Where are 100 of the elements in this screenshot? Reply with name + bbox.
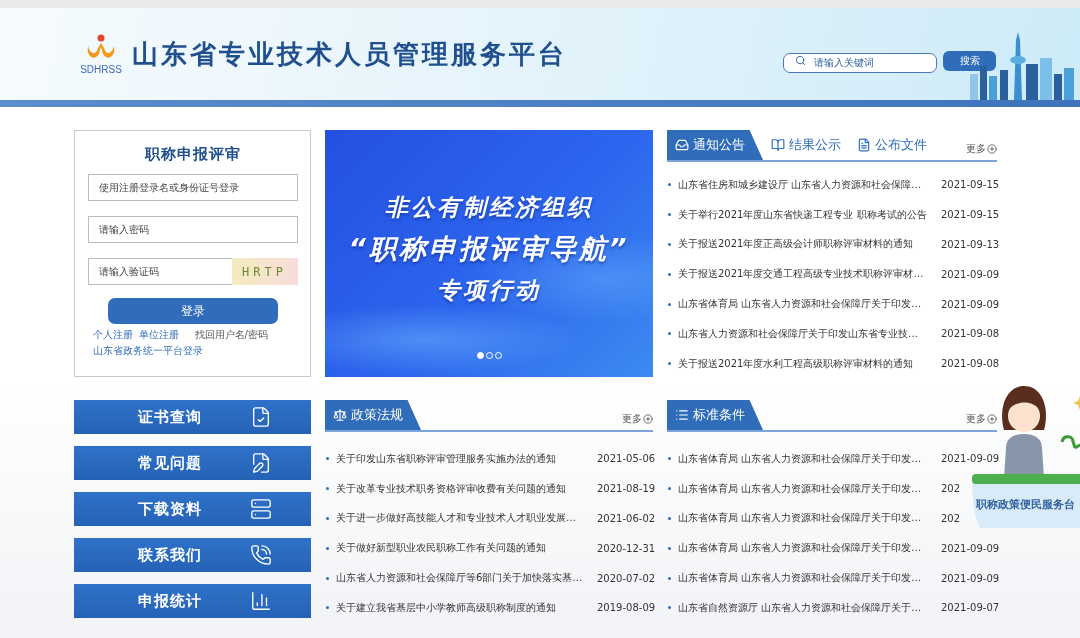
- section-heading: 政策法规: [325, 400, 421, 430]
- news-link[interactable]: 山东省体育局 山东省人力资源和社会保障厅关于印发…: [678, 451, 941, 466]
- news-date: 2020-12-31: [597, 542, 653, 554]
- news-link[interactable]: 关于做好新型职业农民职称工作有关问题的通知: [336, 541, 597, 556]
- quick-link-button[interactable]: 常见问题: [74, 446, 311, 480]
- bullet-icon: [668, 457, 671, 461]
- password-field[interactable]: 请输入密码: [87, 216, 298, 243]
- bullet-icon: [326, 487, 329, 491]
- plus-icon: [987, 414, 997, 424]
- login-title: 职称申报评审: [144, 145, 241, 164]
- quick-link-button[interactable]: 证书查询: [74, 400, 311, 434]
- news-link[interactable]: 关于举行2021年度山东省快递工程专业 职称考试的公告: [678, 207, 941, 222]
- news-tab[interactable]: 公布文件: [849, 130, 935, 160]
- news-date: 2020-07-02: [597, 572, 653, 584]
- server-icon: [249, 498, 272, 520]
- news-date: 2021-09-09: [941, 268, 997, 280]
- news-date: 2021-09-09: [941, 572, 997, 584]
- bar-chart-icon: [249, 590, 272, 612]
- news-tab[interactable]: 结果公示: [763, 130, 849, 160]
- news-link[interactable]: 山东省体育局 山东省人力资源和社会保障厅关于印发…: [678, 481, 941, 496]
- quick-link-button[interactable]: 下载资料: [74, 492, 311, 526]
- news-link[interactable]: 山东省人力资源和社会保障厅等6部门关于加快落实基…: [336, 571, 597, 586]
- bullet-icon: [668, 517, 671, 520]
- bullet-icon: [668, 183, 671, 187]
- search-icon: [795, 55, 806, 66]
- news-link[interactable]: 山东省体育局 山东省人力资源和社会保障厅关于印发…: [678, 541, 941, 556]
- plus-icon: [643, 414, 653, 424]
- bullet-icon: [668, 213, 671, 217]
- quick-link-button[interactable]: 联系我们: [74, 538, 311, 572]
- bullet-icon: [326, 576, 329, 580]
- bullet-icon: [668, 302, 671, 306]
- bullet-icon: [326, 517, 329, 520]
- book-icon: [771, 138, 785, 152]
- search-field[interactable]: 请输入关键词: [783, 52, 937, 73]
- news-link[interactable]: 山东省体育局 山东省人力资源和社会保障厅关于印发…: [678, 511, 941, 526]
- account-link[interactable]: 单位注册: [138, 328, 179, 342]
- search-button[interactable]: 搜索: [943, 51, 996, 71]
- news-date: 2021-09-09: [941, 298, 997, 310]
- news-link[interactable]: 关于建立我省基层中小学教师高级职称制度的通知: [336, 600, 597, 615]
- promo-banner[interactable]: 非公有制经济组织 “职称申报评审导航” 专项行动: [325, 130, 653, 377]
- carousel-dot[interactable]: [476, 352, 484, 359]
- section-heading: 标准条件: [667, 400, 763, 430]
- account-link[interactable]: 个人注册: [92, 328, 133, 342]
- service-desk-label: 职称政策便民服务台: [976, 498, 1075, 512]
- bullet-icon: [668, 487, 671, 491]
- bullet-icon: [326, 606, 329, 610]
- banner-headline: “职称申报评审导航”: [348, 231, 630, 266]
- username-field[interactable]: 使用注册登录名或身份证号登录: [87, 174, 298, 201]
- news-date: 2019-08-09: [597, 602, 653, 614]
- bullet-icon: [668, 243, 671, 246]
- login-button[interactable]: 登录: [107, 298, 278, 324]
- bullet-icon: [668, 576, 671, 580]
- news-link[interactable]: 山东省住房和城乡建设厅 山东省人力资源和社会保障…: [678, 177, 941, 192]
- more-link[interactable]: 更多: [622, 412, 653, 426]
- news-date: 2021-09-09: [941, 453, 997, 465]
- bullet-icon: [326, 546, 329, 550]
- site-title: 山东省专业技术人员管理服务平台: [132, 37, 567, 71]
- news-link[interactable]: 山东省体育局 山东省人力资源和社会保障厅关于印发…: [678, 297, 941, 312]
- more-link[interactable]: 更多: [966, 142, 997, 156]
- bullet-icon: [668, 362, 671, 366]
- banner-headline: 非公有制经济组织: [385, 192, 593, 222]
- news-link[interactable]: 关于报送2021年度正高级会计师职称评审材料的通知: [678, 237, 941, 252]
- document-icon: [857, 138, 871, 152]
- news-date: 2021-05-06: [597, 453, 653, 465]
- news-link[interactable]: 关于报送2021年度交通工程高级专业技术职称评审材…: [678, 267, 941, 282]
- inbox-icon: [675, 138, 689, 152]
- captcha-field[interactable]: 请输入验证码: [87, 258, 232, 285]
- news-tab[interactable]: 通知公告: [667, 130, 763, 160]
- news-date: 2021-09-15: [941, 209, 997, 221]
- phone-icon: [249, 544, 272, 566]
- news-link[interactable]: 关于改革专业技术职务资格评审收费有关问题的通知: [336, 481, 597, 496]
- news-link[interactable]: 关于进一步做好高技能人才和专业技术人才职业发展…: [336, 511, 597, 526]
- news-date: 2021-09-08: [941, 358, 997, 370]
- quick-link-button[interactable]: 申报统计: [74, 584, 311, 618]
- news-date: 2021-09-15: [941, 179, 997, 191]
- news-link[interactable]: 关于报送2021年度水利工程高级职称评审材料的通知: [678, 356, 941, 371]
- list-icon: [675, 408, 689, 422]
- more-link[interactable]: 更多: [966, 412, 997, 426]
- bullet-icon: [668, 332, 671, 336]
- account-link[interactable]: 找回用户名/密码: [194, 328, 268, 342]
- account-link[interactable]: 山东省政务统一平台登录: [92, 344, 203, 358]
- news-date: 2021-09-07: [941, 602, 997, 614]
- bullet-icon: [326, 457, 329, 461]
- logo-text: SDHRSS: [80, 63, 122, 75]
- plus-icon: [987, 144, 997, 154]
- scale-icon: [333, 408, 347, 422]
- news-link[interactable]: 山东省自然资源厅 山东省人力资源和社会保障厅关于…: [678, 600, 941, 615]
- news-date: 2021-09-09: [941, 542, 997, 554]
- banner-headline: 专项行动: [437, 275, 541, 305]
- news-link[interactable]: 山东省体育局 山东省人力资源和社会保障厅关于印发…: [678, 571, 941, 586]
- news-date: 202: [941, 513, 962, 524]
- bullet-icon: [668, 606, 671, 610]
- bullet-icon: [668, 546, 671, 550]
- news-date: 202: [941, 483, 962, 495]
- news-date: 2021-08-19: [597, 483, 653, 495]
- news-date: 2021-09-08: [941, 328, 997, 340]
- news-link[interactable]: 山东省人力资源和社会保障厅关于印发山东省专业技…: [678, 326, 941, 341]
- bullet-icon: [668, 272, 671, 276]
- news-link[interactable]: 关于印发山东省职称评审管理服务实施办法的通知: [336, 451, 597, 466]
- news-date: 2021-09-13: [941, 239, 997, 250]
